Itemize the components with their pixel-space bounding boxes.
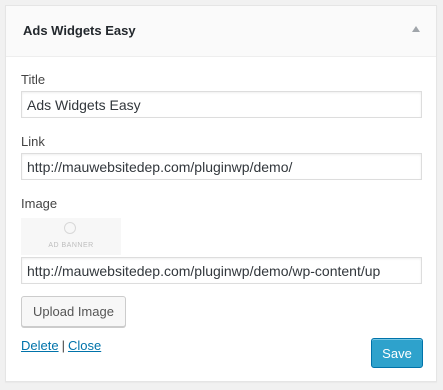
image-preview: AD BANNER — [21, 218, 121, 255]
widget-control-actions: Delete | Close — [21, 338, 101, 353]
save-button[interactable]: Save — [371, 338, 423, 368]
delete-link[interactable]: Delete — [21, 338, 59, 353]
close-link[interactable]: Close — [68, 338, 101, 353]
title-field[interactable] — [21, 91, 422, 118]
link-field[interactable] — [21, 153, 422, 180]
title-label: Title — [21, 72, 46, 87]
upload-image-button[interactable]: Upload Image — [21, 296, 126, 327]
widget-form: Title Link Image AD BANNER Upload Image … — [5, 5, 437, 382]
image-label: Image — [21, 196, 58, 211]
image-url-field[interactable] — [21, 257, 422, 284]
image-preview-text: AD BANNER — [48, 242, 94, 249]
link-separator: | — [61, 338, 65, 353]
link-label: Link — [21, 134, 45, 149]
image-placeholder-icon — [64, 222, 76, 234]
